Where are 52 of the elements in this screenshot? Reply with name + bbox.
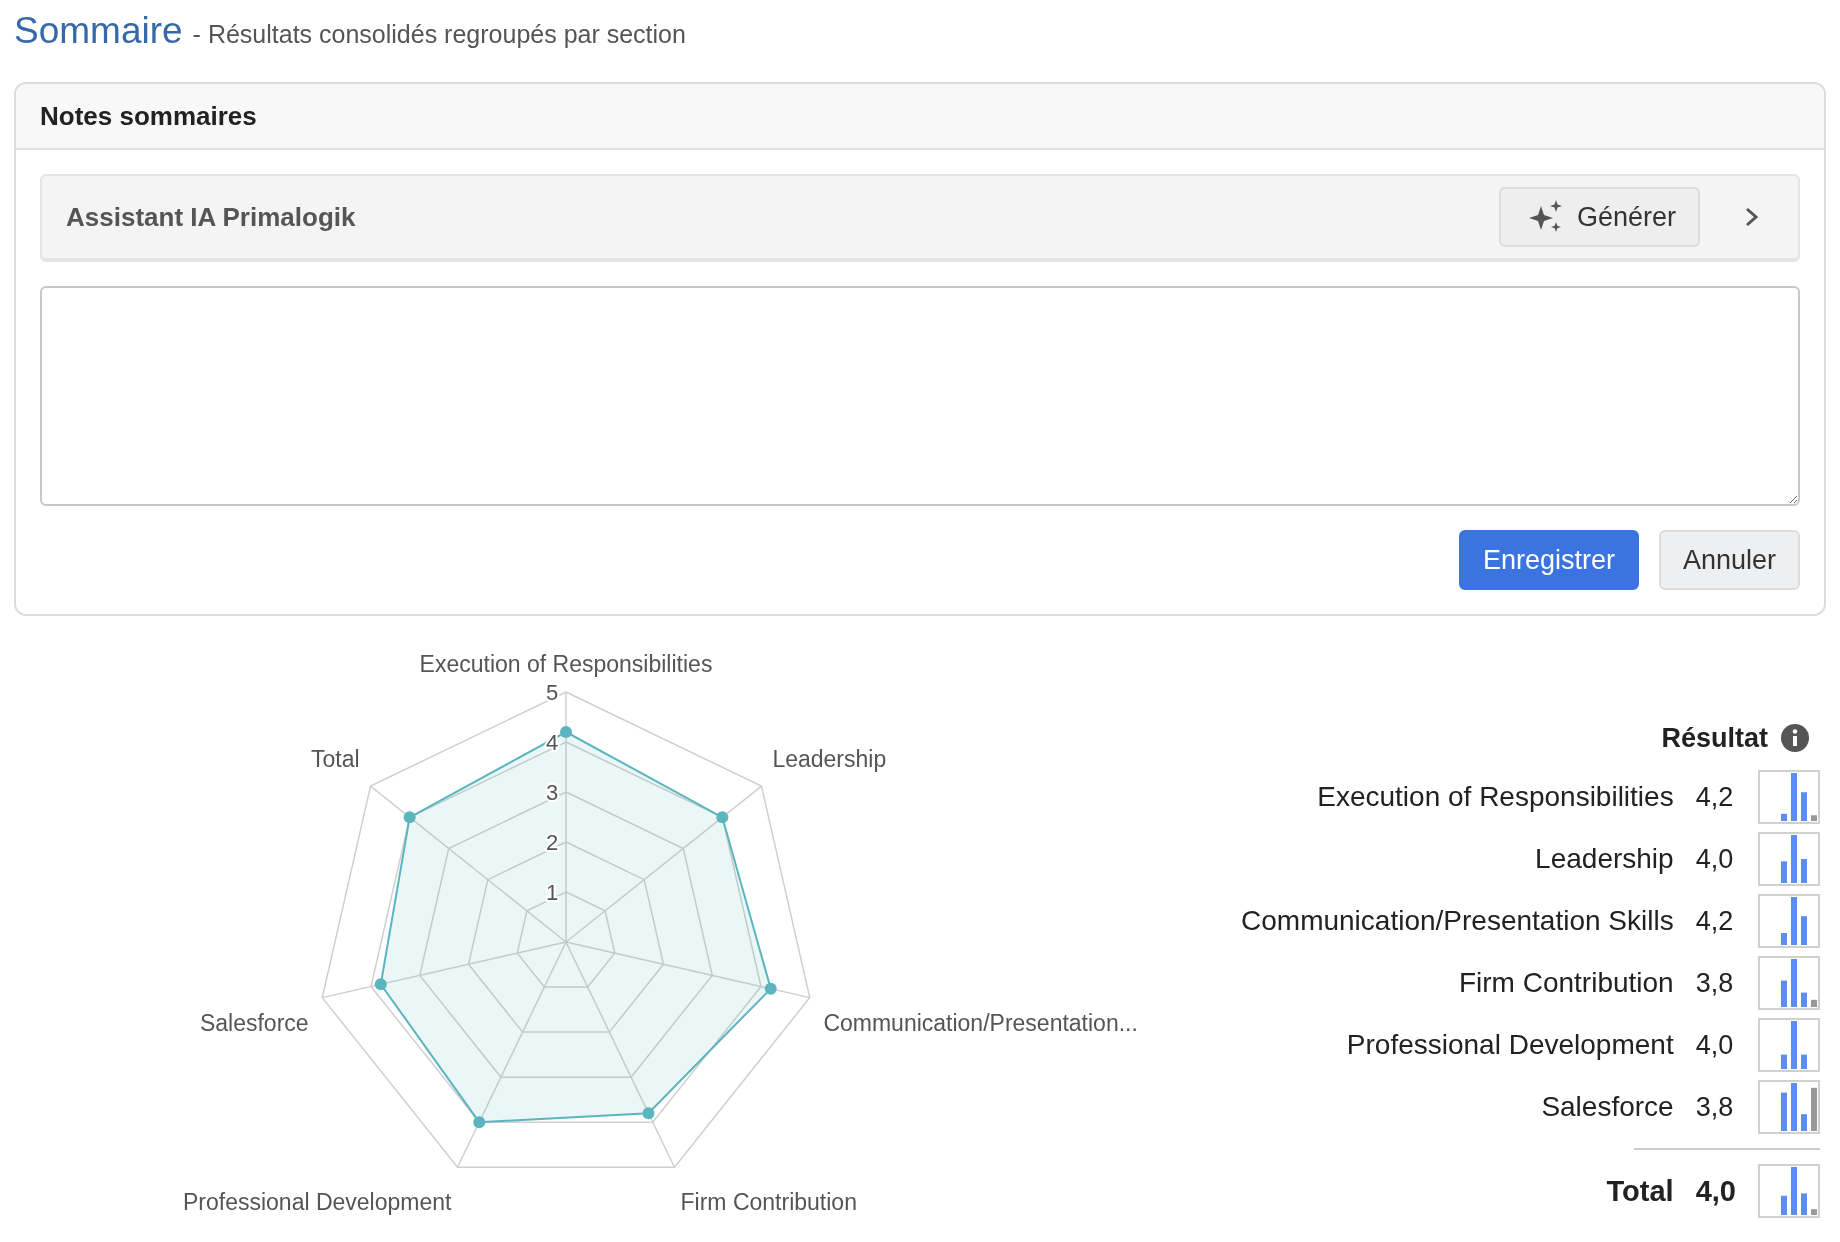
distribution-sparkline [1758, 894, 1820, 948]
tick-label: 2 [545, 830, 559, 855]
score-value: 3,8 [1695, 967, 1735, 999]
tick-label: 3 [545, 780, 559, 805]
score-value: 3,8 [1695, 1091, 1735, 1123]
distribution-sparkline [1758, 956, 1820, 1010]
section-label: Professional Development [1345, 1029, 1674, 1061]
data-point [403, 811, 416, 824]
distribution-sparkline [1758, 1080, 1820, 1134]
distribution-sparkline [1758, 770, 1820, 824]
assistant-bar[interactable]: Assistant IA Primalogik Générer [40, 174, 1800, 262]
section-label: Execution of Responsibilities [1316, 781, 1674, 813]
card-header: Notes sommaires [16, 84, 1824, 150]
section-label: Salesforce [1540, 1091, 1674, 1123]
page-subtitle: - Résultats consolidés regroupés par section [192, 20, 686, 49]
assistant-title: Assistant IA Primalogik [66, 201, 357, 233]
score-value: 4,0 [1695, 1029, 1735, 1061]
axis-label: Total [311, 746, 360, 773]
score-value: 4,2 [1695, 781, 1735, 813]
chevron-icon[interactable] [1744, 206, 1760, 228]
axis-label: Salesforce [199, 1009, 309, 1036]
axis-label: Professional Development [182, 1188, 452, 1215]
cancel-button[interactable]: Annuler [1658, 530, 1800, 590]
sparkle-icon [1528, 200, 1563, 234]
score-value: 4,2 [1695, 905, 1735, 937]
data-point [716, 811, 729, 824]
score-value: 4,0 [1695, 843, 1735, 875]
axis-label: Communication/Presentation... [823, 1009, 1138, 1036]
column-heading: Résultat [1661, 722, 1768, 754]
distribution-sparkline [1758, 1164, 1820, 1218]
data-point [642, 1107, 655, 1120]
axis-label: Leadership [772, 746, 887, 773]
page-title: Sommaire [14, 10, 183, 52]
save-button[interactable]: Enregistrer [1458, 530, 1639, 590]
distribution-sparkline [1758, 832, 1820, 886]
axis-label: Execution of Responsibilities [419, 651, 713, 677]
section-label: Leadership [1534, 843, 1674, 875]
data-point [473, 1116, 486, 1129]
tick-label: 5 [545, 680, 559, 705]
total-value: 4,0 [1695, 1174, 1736, 1208]
section-label: Communication/Presentation Skills [1240, 905, 1674, 937]
data-point [374, 978, 387, 991]
info-icon[interactable] [1780, 723, 1810, 753]
total-label: Total [1605, 1174, 1674, 1208]
data-point [764, 982, 777, 995]
data-point [560, 726, 572, 738]
axis-label: Firm Contribution [680, 1188, 857, 1215]
distribution-sparkline [1758, 1018, 1820, 1072]
tick-label: 1 [545, 880, 559, 905]
notes-field[interactable] [40, 286, 1800, 506]
section-label: Firm Contribution [1457, 967, 1674, 999]
generate-button[interactable]: Générer [1498, 187, 1700, 247]
